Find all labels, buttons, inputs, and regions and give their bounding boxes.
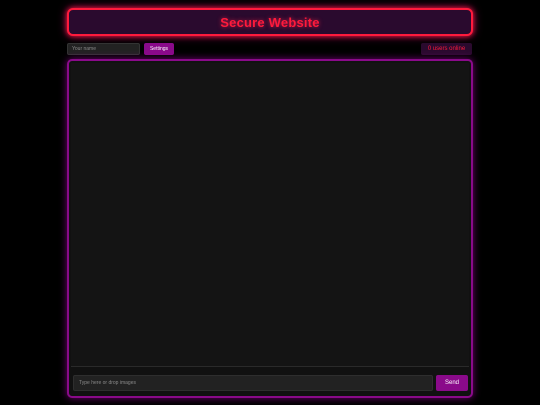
page: Secure Website Settings 0 users online S…: [0, 0, 540, 405]
site-header: Secure Website: [67, 8, 473, 36]
send-button[interactable]: Send: [436, 375, 468, 391]
name-input[interactable]: [67, 43, 140, 55]
chat-panel: Send: [67, 59, 473, 398]
page-title: Secure Website: [220, 14, 320, 30]
settings-button[interactable]: Settings: [144, 43, 174, 55]
message-input[interactable]: [73, 375, 433, 391]
message-list[interactable]: [71, 63, 469, 367]
users-online-badge: 0 users online: [421, 43, 472, 55]
